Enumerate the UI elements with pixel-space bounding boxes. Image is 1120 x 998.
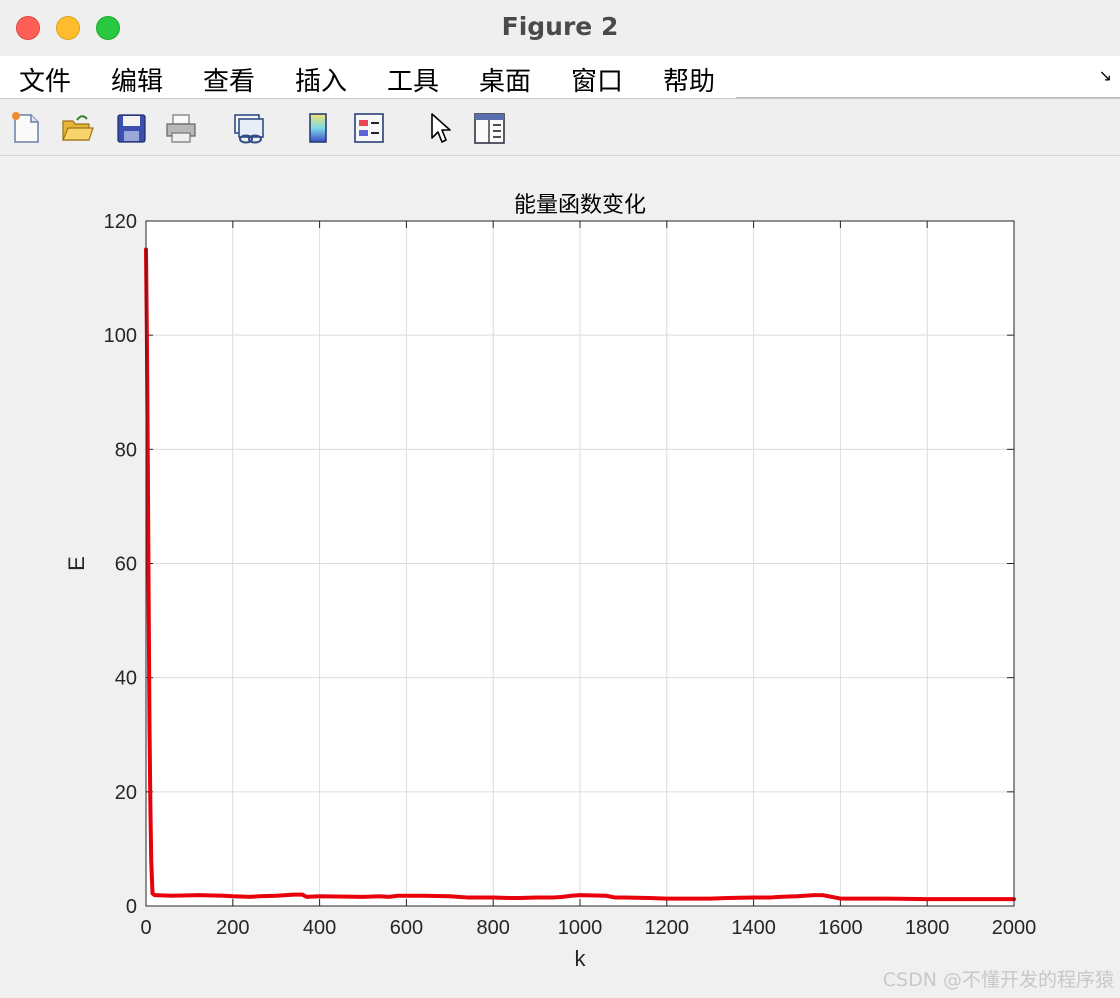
y-tick-label: 80 (115, 439, 137, 461)
x-tick-label: 0 (140, 917, 151, 939)
x-tick-label: 600 (390, 917, 423, 939)
x-axis-label: k (575, 946, 587, 971)
x-tick-label: 800 (477, 917, 510, 939)
watermark: CSDN @不懂开发的程序猿 (882, 969, 1114, 991)
x-tick-label: 200 (216, 917, 249, 939)
y-tick-label: 0 (126, 896, 137, 918)
y-axis-label: E (64, 556, 89, 571)
figure-window: Figure 2 文件 编辑 查看 插入 工具 桌面 窗口 帮助 ↘ 0 200… (0, 0, 1120, 998)
chart-title: 能量函数变化 (514, 193, 646, 218)
x-tick-label: 1200 (645, 917, 690, 939)
y-tick-label: 20 (115, 782, 137, 804)
y-tick-label: 100 (104, 325, 137, 347)
plot-area[interactable]: 0 200 400 600 800 1000 1200 1400 1600 1800 2000 0 20… (0, 0, 1120, 998)
x-tick-label: 1800 (905, 917, 950, 939)
x-tick-label: 400 (303, 917, 336, 939)
x-tick-label: 1000 (558, 917, 603, 939)
y-tick-label: 120 (104, 211, 137, 233)
x-tick-label: 2000 (992, 917, 1037, 939)
x-tick-label: 1400 (731, 917, 776, 939)
x-tick-label: 1600 (818, 917, 863, 939)
y-tick-label: 60 (115, 554, 137, 576)
y-tick-label: 40 (115, 668, 137, 690)
